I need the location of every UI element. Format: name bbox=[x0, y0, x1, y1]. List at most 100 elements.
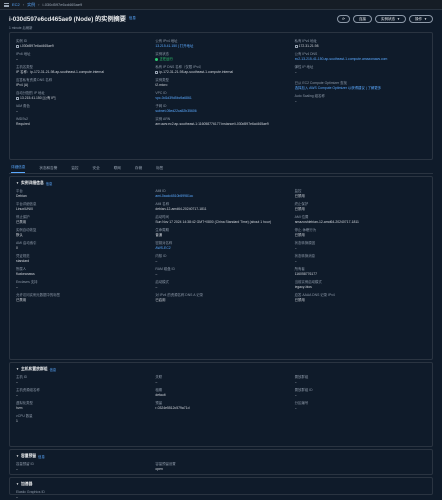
tab-item[interactable]: 状态和告警 bbox=[39, 166, 57, 173]
detail-field bbox=[155, 490, 286, 500]
copy-icon[interactable] bbox=[155, 70, 159, 74]
field-value: – bbox=[16, 109, 18, 113]
field-value[interactable]: vpc-0d1d39d5bc9a6861 bbox=[155, 96, 286, 101]
field-value[interactable]: ec2-13-215-41-150.ap-southeast-1.compute… bbox=[295, 57, 426, 62]
detail-field: 分区编号 – bbox=[295, 401, 426, 411]
section-title: 主机和置放群组 bbox=[20, 366, 48, 371]
field-value: 13.215.41.150 [公有 IP] bbox=[20, 96, 56, 100]
detail-field: 置放群组 – bbox=[295, 375, 426, 385]
connect-button[interactable]: 连接 bbox=[353, 15, 373, 23]
detail-field: 关联 – bbox=[155, 375, 286, 385]
detail-field: 启动模式 – bbox=[155, 280, 286, 290]
detail-field: IPv6 地址 – bbox=[16, 52, 147, 62]
field-value[interactable]: subnet-05ed22ca52b35606 bbox=[155, 109, 286, 114]
detail-field: 私有 IPv4 地址 172.31.21.98 bbox=[294, 39, 426, 49]
tab-item[interactable]: 安全 bbox=[93, 166, 100, 173]
field-value: amazon/debian-12-amd64-20240717-1811 bbox=[294, 220, 359, 224]
field-value[interactable]: 选择加入 AWS Compute Optimizer 以获得建议 | 了解更多 bbox=[295, 86, 426, 91]
field-value: Required bbox=[16, 122, 30, 126]
field-value: – bbox=[294, 406, 297, 410]
detail-field: 预留 r-0324e5512c579a71d bbox=[155, 401, 286, 411]
field-value: arn:aws:ec2:ap-southeast-1:116058776177:… bbox=[155, 122, 269, 126]
detail-field: AMI 名称 debian-12-amd64-20240717-1811 bbox=[155, 202, 286, 212]
field-value: – bbox=[155, 380, 158, 384]
field-value: standard bbox=[16, 259, 30, 263]
field-value: 已禁用 bbox=[16, 220, 27, 224]
field-value: open bbox=[155, 467, 163, 471]
field-value: Sun Nov 17 2024 14:38:42 GMT+0800 (China… bbox=[155, 220, 271, 224]
actions-button[interactable]: 操作 ▼ bbox=[409, 15, 433, 23]
summary-col-3: 私有 IPv4 地址 172.31.21.98 公有 IPv4 DNS ec2-13-… bbox=[294, 39, 426, 155]
detail-field: 应答私有资源 DNS 名称 IPv4 (A) bbox=[16, 78, 147, 88]
field-value: – bbox=[16, 467, 18, 471]
detail-field: 停止-休眠行为 已禁用 bbox=[295, 228, 426, 238]
detail-field: 当前实例启动模式 legacy-bios bbox=[295, 280, 426, 290]
detail-field: 虚拟化类型 hvm bbox=[16, 401, 147, 411]
refresh-button[interactable]: ⟳ bbox=[337, 15, 351, 23]
copy-icon[interactable] bbox=[294, 44, 298, 48]
detail-field: vCPU 数量 1 bbox=[16, 414, 147, 424]
copy-icon[interactable] bbox=[16, 96, 19, 100]
field-value: 116058776177 bbox=[294, 272, 318, 276]
detail-field: AMI 启动索引 0 bbox=[16, 241, 147, 251]
instance-state-button[interactable]: 实例状态 ▼ bbox=[375, 15, 407, 23]
host-placement-header[interactable]: ▼ 主机和置放群组 信息 bbox=[16, 366, 426, 372]
info-link[interactable]: 信息 bbox=[50, 367, 57, 372]
menu-icon[interactable] bbox=[4, 2, 9, 7]
field-value: legacy-bios bbox=[294, 285, 312, 289]
breadcrumb-current: i-030d597e6cd465ae9 bbox=[42, 2, 83, 7]
field-value: 已启用 bbox=[155, 298, 166, 302]
detail-field bbox=[295, 462, 426, 472]
info-link[interactable]: 信息 bbox=[129, 16, 136, 21]
info-link[interactable]: 信息 bbox=[46, 181, 53, 186]
detail-field: 停止保护 已禁用 bbox=[16, 215, 147, 225]
breadcrumb-separator: › bbox=[38, 2, 40, 7]
breadcrumb-separator: › bbox=[22, 2, 25, 7]
detail-field: 密钥对名称 AWS-EC2 bbox=[155, 241, 286, 251]
tab-item[interactable]: 存储 bbox=[135, 166, 142, 173]
detail-field: 公有 IPv4 DNS ec2-13-215-41-150.ap-southeas… bbox=[295, 52, 426, 62]
detail-field: 容量预留 ID – bbox=[16, 462, 147, 472]
field-value: IPv4 (A) bbox=[16, 83, 29, 87]
field-value: – bbox=[294, 393, 297, 397]
copy-icon[interactable] bbox=[16, 44, 19, 48]
caret-down-icon: ▼ bbox=[16, 482, 19, 486]
field-value: – bbox=[155, 285, 158, 289]
breadcrumb-ec2[interactable]: EC2 bbox=[12, 2, 20, 7]
instance-summary: 实例 ID i-030d597e6cd465ae9 IPv6 地址 – 主机名类型 IP … bbox=[9, 32, 433, 160]
accelerators-header[interactable]: ▼ 加速器 bbox=[16, 481, 426, 487]
tab-item[interactable]: 标签 bbox=[156, 166, 163, 173]
tab-item[interactable]: 详细信息 bbox=[11, 165, 26, 173]
detail-field: 实例类型 t2.micro bbox=[155, 78, 286, 88]
detail-field: 内核 ID – bbox=[155, 254, 286, 264]
field-value[interactable]: 13.215.41.150 | 打开地址 bbox=[155, 44, 286, 49]
header-actions: ⟳ 连接 实例状态 ▼ 操作 ▼ bbox=[337, 14, 433, 23]
capacity-reservation-section: ▼ 容量预留 信息 容量预留 ID – 容量预留设置 open bbox=[9, 449, 433, 475]
detail-field: 子网 ID subnet-05ed22ca52b35606 bbox=[155, 104, 286, 114]
field-value: 已禁用 bbox=[294, 194, 305, 198]
detail-field bbox=[155, 414, 286, 424]
refresh-icon: ⟳ bbox=[342, 17, 345, 21]
field-value[interactable]: ami-0acdc6510b59981cc bbox=[155, 194, 286, 199]
field-value: fluxkeanaws bbox=[16, 272, 35, 276]
chevron-down-icon: ▼ bbox=[397, 17, 401, 21]
field-value: – bbox=[294, 259, 297, 263]
detail-field: 状态转换消息 – bbox=[295, 254, 426, 264]
page-title-row: i-030d597e6cd465ae9 (Node) 的实例摘要 信息 bbox=[9, 14, 136, 23]
detail-field: 已从 EC2 Compute Optimizer 查找 选择加入 AWS Comp… bbox=[295, 81, 426, 91]
field-value: default bbox=[155, 393, 166, 397]
accelerators-grid: Elastic Graphics ID – bbox=[16, 490, 426, 500]
field-value: – bbox=[16, 57, 18, 61]
tab-item[interactable]: 监控 bbox=[71, 166, 78, 173]
tab-item[interactable]: 联网 bbox=[114, 166, 121, 173]
detail-field: 主机资源组名称 – bbox=[16, 388, 147, 398]
field-value: – bbox=[16, 495, 18, 499]
capacity-reservation-header[interactable]: ▼ 容量预留 信息 bbox=[16, 453, 426, 459]
detail-field: 弹性 IP 地址 – bbox=[295, 65, 426, 75]
info-link[interactable]: 信息 bbox=[38, 454, 45, 459]
chevron-down-icon: ▼ bbox=[424, 17, 427, 21]
breadcrumb-instances[interactable]: 实例 bbox=[27, 2, 35, 8]
instance-details-grid: 平台 Debian AMI ID ami-0acdc6510b59981cc 监控 已禁用… bbox=[16, 189, 426, 306]
field-value[interactable]: AWS-EC2 bbox=[155, 246, 286, 251]
instance-details-header[interactable]: ▼ 实例详细信息 信息 bbox=[16, 180, 426, 186]
